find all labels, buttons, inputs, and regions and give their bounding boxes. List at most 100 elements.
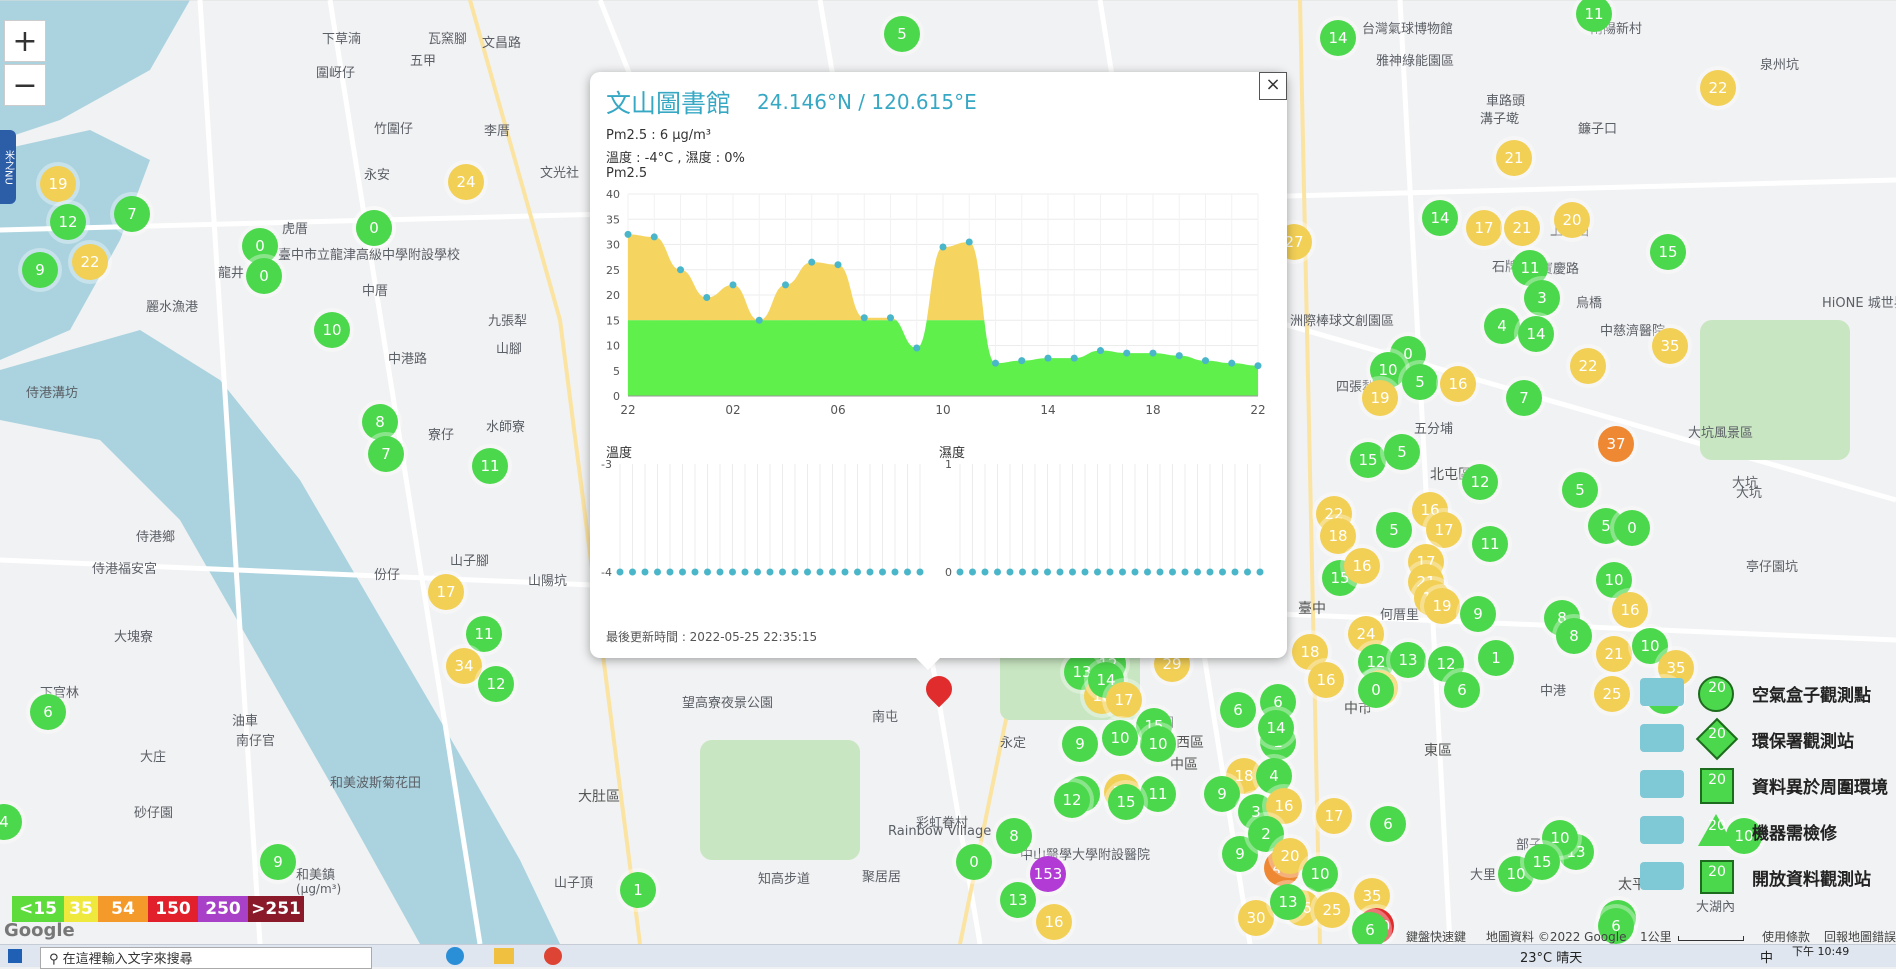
station-marker[interactable]: 15 (1650, 234, 1686, 270)
station-marker[interactable]: 153 (1030, 856, 1066, 892)
station-marker[interactable]: 21 (1496, 140, 1532, 176)
station-marker[interactable]: 0 (246, 258, 282, 294)
station-marker[interactable]: 11 (1472, 526, 1508, 562)
station-marker[interactable]: 6 (1444, 672, 1480, 708)
station-marker[interactable]: 8 (362, 404, 398, 440)
popup-close-button[interactable]: × (1259, 72, 1287, 100)
station-marker[interactable]: 22 (1700, 70, 1736, 106)
station-marker[interactable]: 6 (1370, 806, 1406, 842)
station-marker[interactable]: 19 (1424, 588, 1460, 624)
station-marker[interactable]: 9 (1460, 596, 1496, 632)
station-marker[interactable]: 5 (884, 16, 920, 52)
station-marker[interactable]: 9 (1204, 776, 1240, 812)
station-marker[interactable]: 11 (472, 448, 508, 484)
ime-indicator[interactable]: 中 (1760, 947, 1773, 966)
legend-sample: 20 (1708, 818, 1726, 834)
station-marker[interactable]: 21 (1504, 210, 1540, 246)
station-marker[interactable]: 16 (1612, 592, 1648, 628)
station-marker[interactable]: 13 (1390, 642, 1426, 678)
station-marker[interactable]: 16 (1308, 662, 1344, 698)
station-marker[interactable]: 5 (1376, 512, 1412, 548)
station-marker[interactable]: 11 (466, 616, 502, 652)
map-label: 東區 (1424, 743, 1452, 759)
station-marker[interactable]: 24 (448, 164, 484, 200)
station-marker[interactable]: 9 (1062, 726, 1098, 762)
station-marker[interactable]: 34 (446, 648, 482, 684)
station-marker[interactable]: 6 (1220, 692, 1256, 728)
station-marker[interactable]: 3 (1524, 280, 1560, 316)
station-marker[interactable]: 17 (428, 574, 464, 610)
station-marker[interactable]: 14 (1258, 710, 1294, 746)
station-marker[interactable]: 14 (1518, 316, 1554, 352)
station-marker[interactable]: 25 (1594, 676, 1630, 712)
station-marker[interactable]: 16 (1440, 366, 1476, 402)
pm-point (1228, 359, 1236, 367)
station-marker[interactable]: 30 (1238, 900, 1274, 936)
edge-icon[interactable] (446, 947, 464, 965)
station-marker[interactable]: 13 (1000, 882, 1036, 918)
zoom-out-button[interactable]: − (4, 64, 46, 106)
station-marker[interactable]: 17 (1466, 210, 1502, 246)
station-marker[interactable]: 10 (1102, 720, 1138, 756)
station-marker[interactable]: 4 (1484, 308, 1520, 344)
station-marker[interactable]: 12 (478, 666, 514, 702)
station-marker[interactable]: 9 (22, 252, 58, 288)
station-marker[interactable]: 17 (1316, 798, 1352, 834)
station-marker[interactable]: 1 (1478, 640, 1514, 676)
map-canvas[interactable]: 下草湳 瓦窯腳 文昌路 五甲 圍岈仔 竹圍仔 李厝 永安 文光社 虎厝 龍井 中厝 九張犁 山腳 麗水漁港中… (0, 0, 1896, 944)
station-marker[interactable]: 21 (1596, 636, 1632, 672)
station-marker[interactable]: 8 (1556, 618, 1592, 654)
station-marker[interactable]: 15 (1350, 442, 1386, 478)
station-marker[interactable]: 7 (114, 196, 150, 232)
station-marker[interactable]: 12 (1054, 782, 1090, 818)
station-marker[interactable]: 15 (1108, 784, 1144, 820)
windows-start-icon[interactable] (8, 949, 22, 963)
station-marker[interactable]: 14 (1422, 200, 1458, 236)
clock[interactable]: 下午 10:49 (1792, 943, 1849, 959)
station-marker[interactable]: 9 (260, 844, 296, 880)
station-marker[interactable]: 10 (1140, 726, 1176, 762)
station-marker[interactable]: 35 (1652, 328, 1688, 364)
station-marker[interactable]: 22 (72, 244, 108, 280)
station-marker[interactable]: 37 (1598, 426, 1634, 462)
station-marker[interactable]: 22 (1570, 348, 1606, 384)
station-marker[interactable]: 0 (1614, 510, 1650, 546)
terms-link[interactable]: 使用條款 (1762, 928, 1810, 944)
station-marker[interactable]: 7 (368, 436, 404, 472)
station-marker[interactable]: 10 (1302, 856, 1338, 892)
station-marker[interactable]: 25 (1314, 892, 1350, 928)
station-marker[interactable]: 17 (1106, 682, 1142, 718)
station-marker[interactable]: 0 (1358, 672, 1394, 708)
station-marker[interactable]: 0 (956, 844, 992, 880)
station-marker[interactable]: 5 (1384, 434, 1420, 470)
keyboard-shortcuts-link[interactable]: 鍵盤快速鍵 (1406, 928, 1466, 944)
zoom-in-button[interactable]: + (4, 20, 46, 62)
station-marker[interactable]: 6 (1352, 912, 1388, 944)
folder-icon[interactable] (494, 948, 514, 964)
station-marker[interactable]: 0 (356, 210, 392, 246)
station-marker[interactable]: 13 (1270, 884, 1306, 920)
station-marker[interactable]: 16 (1036, 904, 1072, 940)
station-marker[interactable]: 5 (1402, 364, 1438, 400)
report-error-link[interactable]: 回報地圖錯誤 (1824, 928, 1896, 944)
station-marker[interactable]: 6 (30, 694, 66, 730)
side-tab[interactable]: 米之NU (0, 130, 16, 204)
station-marker[interactable]: 10 (314, 312, 350, 348)
series-point (791, 568, 799, 576)
station-marker[interactable]: 15 (1524, 844, 1560, 880)
station-marker[interactable]: 14 (1320, 20, 1356, 56)
station-marker[interactable]: 8 (996, 818, 1032, 854)
station-marker[interactable]: 7 (1506, 380, 1542, 416)
station-marker[interactable]: 19 (1362, 380, 1398, 416)
chrome-icon[interactable] (544, 947, 562, 965)
station-marker[interactable]: 18 (1320, 518, 1356, 554)
station-marker[interactable]: 5 (1562, 472, 1598, 508)
station-marker[interactable]: 20 (1554, 202, 1590, 238)
station-marker[interactable]: 1 (620, 872, 656, 908)
station-marker[interactable]: 17 (1426, 512, 1462, 548)
station-marker[interactable]: 11 (1140, 776, 1176, 812)
station-marker[interactable]: 16 (1344, 548, 1380, 584)
station-marker[interactable]: 12 (50, 204, 86, 240)
station-marker[interactable]: 19 (40, 166, 76, 202)
station-marker[interactable]: 12 (1462, 464, 1498, 500)
